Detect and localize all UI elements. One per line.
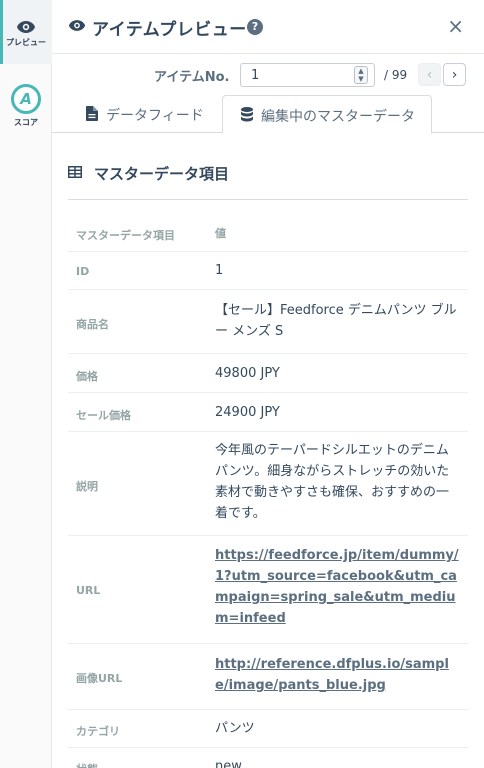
row-key: 価格	[76, 370, 98, 383]
row-value: 【セール】Feedforce デニムパンツ ブルー メンズ S	[215, 303, 457, 339]
rail-preview-button[interactable]: プレビュー	[0, 0, 52, 64]
section-header: マスターデータ項目	[68, 162, 468, 200]
row-key: ID	[76, 265, 90, 278]
table-row: 価格 49800 JPY	[68, 354, 468, 393]
document-icon	[86, 106, 98, 121]
preview-tabs: データフィード 編集中のマスターデータ	[52, 95, 484, 134]
panel-header: アイテムプレビュー ? ×	[52, 0, 484, 54]
item-total-count: / 99	[384, 68, 408, 82]
column-header-key: マスターデータ項目	[76, 229, 175, 242]
table-row: 画像URL http://reference.dfplus.io/sample/…	[68, 644, 468, 710]
table-row: ID 1	[68, 252, 468, 290]
table-row: セール価格 24900 JPY	[68, 393, 468, 432]
eye-icon	[68, 20, 86, 31]
row-key: 商品名	[76, 318, 109, 331]
row-value: new	[215, 759, 242, 768]
tab-data-feed[interactable]: データフィード	[86, 95, 216, 133]
item-number-stepper[interactable]: ▲ ▼	[354, 66, 368, 84]
row-key: 画像URL	[76, 672, 123, 685]
table-row: 状態 new	[68, 748, 468, 768]
stepper-up-icon[interactable]: ▲	[355, 67, 367, 75]
product-url-link[interactable]: https://feedforce.jp/item/dummy/1?utm_so…	[215, 548, 459, 626]
eye-icon	[17, 21, 35, 33]
database-icon	[241, 107, 253, 122]
row-value: 今年風のテーパードシルエットのデニムパンツ。細身ながらストレッチの効いた素材で動…	[215, 443, 450, 521]
table-icon	[68, 166, 82, 178]
row-value: 24900 JPY	[215, 405, 280, 420]
side-rail: プレビュー A スコア	[0, 0, 52, 768]
column-header-value: 値	[215, 227, 226, 240]
page-title: アイテムプレビュー	[92, 20, 247, 40]
table-header-row: マスターデータ項目 値	[68, 216, 468, 252]
row-key: セール価格	[76, 409, 131, 422]
master-data-table: マスターデータ項目 値 ID 1 商品名 【セール】Feedforce デニムパ…	[68, 216, 468, 768]
row-value: https://feedforce.jp/item/dummy/1?utm_so…	[215, 545, 460, 629]
item-number-label: アイテムNo.	[154, 70, 230, 85]
rail-preview-label: プレビュー	[6, 38, 46, 47]
help-icon[interactable]: ?	[247, 19, 263, 35]
row-value: 49800 JPY	[215, 366, 280, 381]
item-preview-panel: アイテムプレビュー ? × アイテムNo. ▲ ▼ / 99 ‹ › データフィ…	[52, 0, 484, 768]
prev-item-button[interactable]: ‹	[418, 63, 441, 86]
table-row: 商品名 【セール】Feedforce デニムパンツ ブルー メンズ S	[68, 290, 468, 354]
score-badge-icon: A	[11, 84, 41, 114]
row-value: 1	[215, 263, 224, 278]
section-title: マスターデータ項目	[94, 165, 230, 183]
table-row: URL https://feedforce.jp/item/dummy/1?ut…	[68, 536, 468, 644]
row-key: カテゴリ	[76, 725, 120, 738]
tab-master-data-label: 編集中のマスターデータ	[261, 109, 415, 125]
row-key: 状態	[76, 761, 98, 768]
rail-score-label: スコア	[14, 118, 38, 127]
close-icon[interactable]: ×	[447, 15, 464, 37]
table-row: カテゴリ パンツ	[68, 710, 468, 748]
image-url-link[interactable]: http://reference.dfplus.io/sample/image/…	[215, 657, 449, 693]
table-row: 説明 今年風のテーパードシルエットのデニムパンツ。細身ながらストレッチの効いた素…	[68, 432, 468, 536]
tab-master-data[interactable]: 編集中のマスターデータ	[222, 95, 432, 134]
rail-score-button[interactable]: A スコア	[0, 80, 52, 136]
row-value: パンツ	[215, 721, 255, 736]
row-value: http://reference.dfplus.io/sample/image/…	[215, 654, 460, 696]
next-item-button[interactable]: ›	[443, 63, 466, 86]
row-key: 説明	[76, 480, 98, 493]
tab-data-feed-label: データフィード	[106, 108, 204, 124]
stepper-down-icon[interactable]: ▼	[355, 75, 367, 83]
row-key: URL	[76, 584, 101, 597]
